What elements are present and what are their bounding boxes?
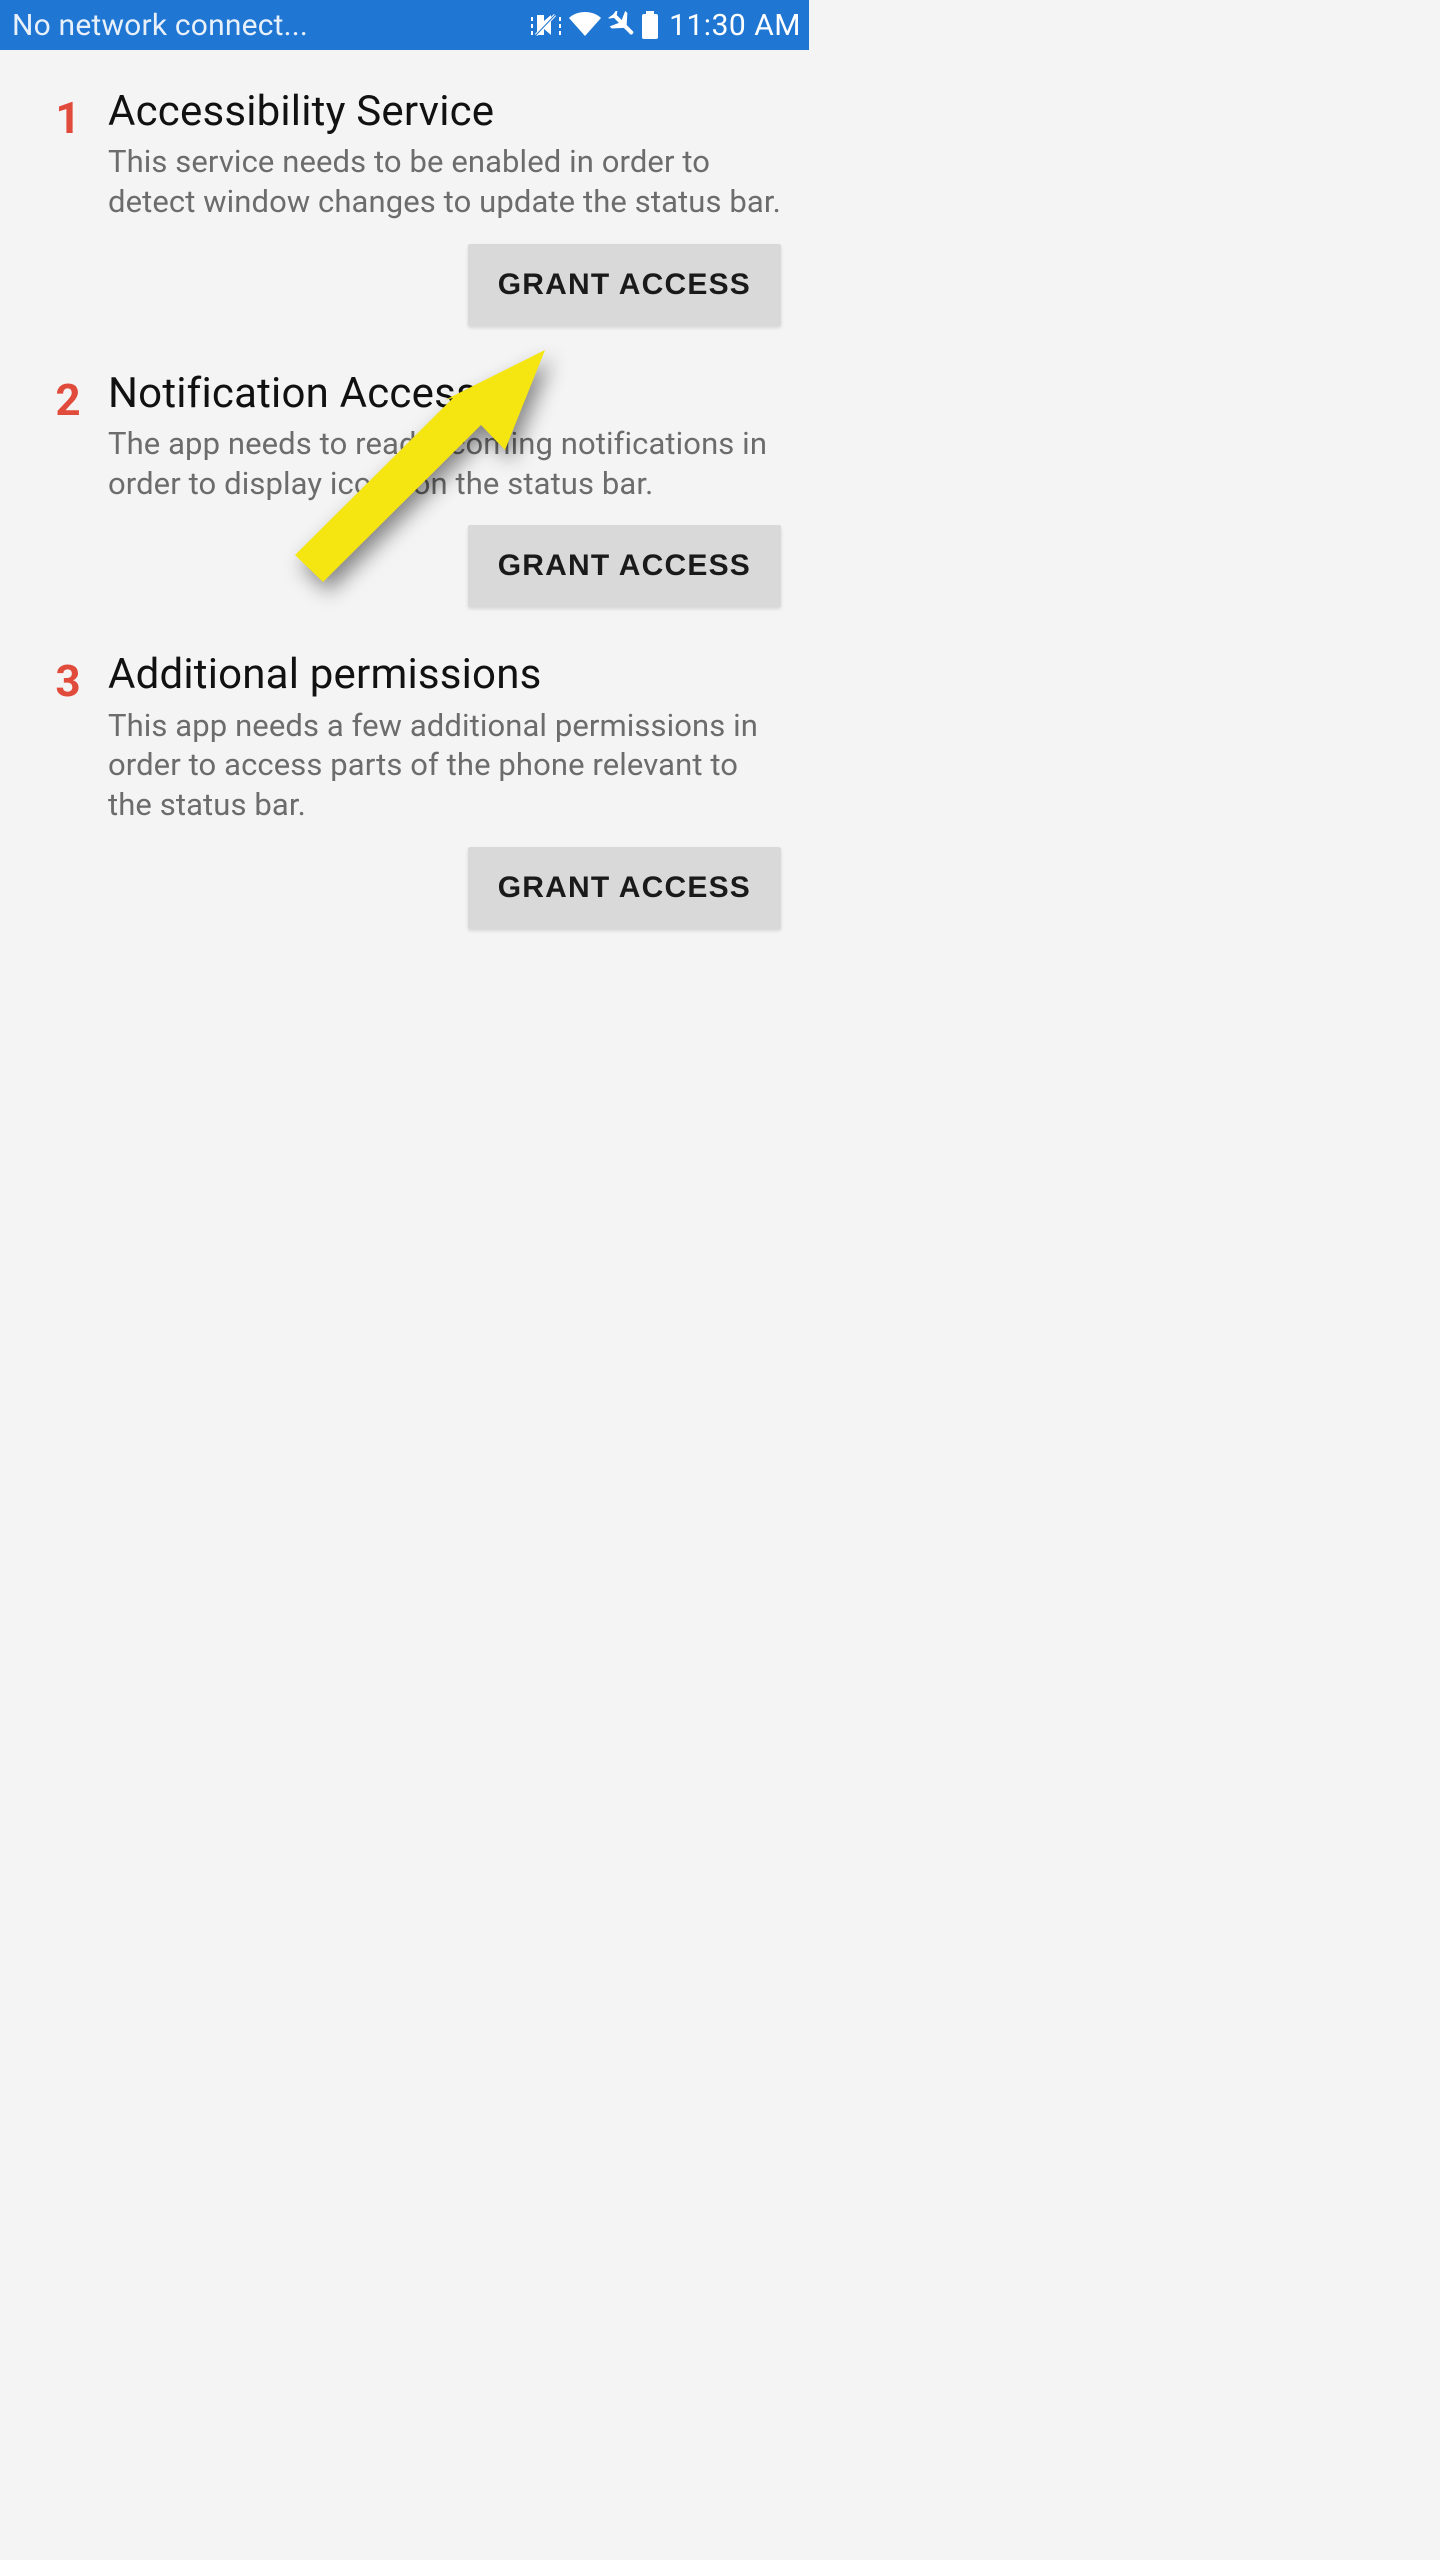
step-title: Notification Access [108, 370, 781, 418]
notification-text: No network connect... [12, 8, 308, 43]
grant-access-button[interactable]: GRANT ACCESS [468, 244, 781, 326]
battery-full-icon [641, 11, 659, 39]
wifi-icon [569, 12, 601, 38]
airplane-icon [607, 11, 635, 39]
clock: 11:30 AM [669, 8, 801, 43]
step-body: Notification Access The app needs to rea… [108, 370, 781, 608]
step-description: This app needs a few additional permissi… [108, 706, 781, 825]
step-number: 2 [28, 370, 108, 608]
button-row: GRANT ACCESS [108, 244, 781, 326]
status-icons: 11:30 AM [531, 8, 801, 43]
step-body: Additional permissions This app needs a … [108, 651, 781, 928]
grant-access-button[interactable]: GRANT ACCESS [468, 847, 781, 929]
step-number: 1 [28, 88, 108, 326]
step-notification: 2 Notification Access The app needs to r… [28, 370, 781, 608]
vibrate-mute-icon [531, 11, 563, 39]
step-accessibility: 1 Accessibility Service This service nee… [28, 88, 781, 326]
button-row: GRANT ACCESS [108, 525, 781, 607]
grant-access-button[interactable]: GRANT ACCESS [468, 525, 781, 607]
step-description: This service needs to be enabled in orde… [108, 142, 781, 221]
status-bar: No network connect... 11:30 AM [0, 0, 809, 50]
button-row: GRANT ACCESS [108, 847, 781, 929]
step-title: Additional permissions [108, 651, 781, 699]
step-title: Accessibility Service [108, 88, 781, 136]
step-additional: 3 Additional permissions This app needs … [28, 651, 781, 928]
step-number: 3 [28, 651, 108, 928]
permissions-list: 1 Accessibility Service This service nee… [0, 50, 809, 929]
step-description: The app needs to read incoming notificat… [108, 424, 781, 503]
step-body: Accessibility Service This service needs… [108, 88, 781, 326]
